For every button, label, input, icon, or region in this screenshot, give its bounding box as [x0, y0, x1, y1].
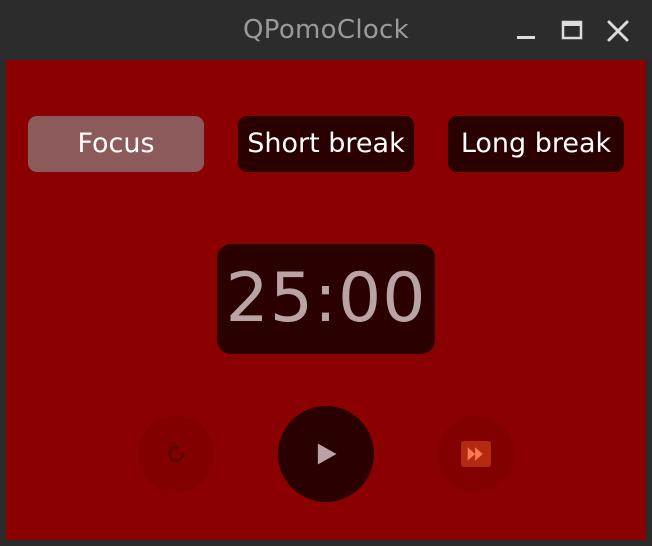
app-window: QPomoClock Focus Short break Long break …: [0, 0, 652, 546]
minimize-button[interactable]: [513, 18, 539, 44]
play-button[interactable]: [278, 406, 374, 502]
reset-icon: [168, 443, 184, 462]
close-icon: [607, 20, 629, 42]
short-break-mode-button[interactable]: Short break: [238, 116, 414, 172]
minimize-icon: [517, 36, 535, 39]
skip-button[interactable]: [438, 416, 514, 492]
skip-forward-icon: [461, 441, 491, 467]
focus-mode-button[interactable]: Focus: [28, 116, 204, 172]
play-icon: [317, 443, 337, 465]
window-title: QPomoClock: [243, 15, 409, 45]
maximize-icon: [561, 20, 583, 40]
close-button[interactable]: [605, 18, 631, 44]
timer-display: 25:00: [217, 244, 435, 354]
long-break-mode-button[interactable]: Long break: [448, 116, 624, 172]
maximize-button[interactable]: [559, 18, 585, 44]
title-bar[interactable]: QPomoClock: [0, 0, 652, 60]
reset-button[interactable]: [138, 416, 214, 492]
main-panel: Focus Short break Long break 25:00: [6, 60, 646, 540]
